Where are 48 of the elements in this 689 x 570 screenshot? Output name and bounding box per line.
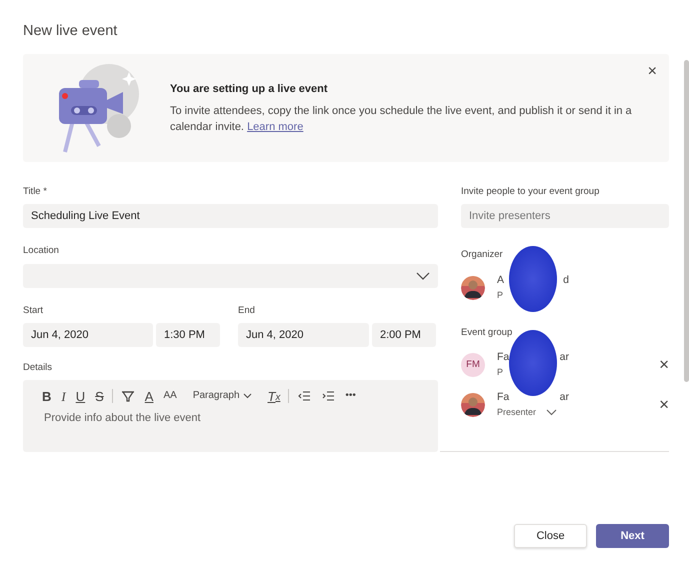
font-color-button[interactable]: A [140,390,158,402]
font-size-button[interactable]: AA [158,391,182,401]
chevron-down-icon [242,393,252,399]
chevron-down-icon [416,272,430,280]
remove-button[interactable]: × [659,396,669,414]
next-button[interactable]: Next [596,524,669,548]
field-label: Invite people to your event group [461,185,600,199]
details-placeholder: Provide info about the live event [43,411,202,426]
date-field[interactable]: Jun 4, 2020 [238,322,369,347]
field-label: Title * [23,185,47,199]
strikethrough-button[interactable]: S [90,390,109,402]
role-text: Presenter [497,406,536,419]
italic-button[interactable]: I [56,390,71,402]
paragraph-dropdown[interactable]: Paragraph [188,391,257,401]
field-label: Details [23,360,52,375]
indent-icon [321,389,336,403]
field-label: End [238,304,255,318]
more-button[interactable]: ••• [340,391,361,401]
remove-button[interactable]: × [659,356,669,374]
role-text: P [497,366,504,379]
close-button[interactable]: Close [514,524,587,548]
avatar-initials: FM [461,352,485,377]
outdent-icon [297,389,312,403]
bold-button[interactable]: B [37,390,56,402]
dialog-title: New live event [23,23,118,40]
field-label: Location [23,244,59,258]
name-text: Fa [497,390,510,406]
invite-field[interactable]: Invite presenters [461,204,669,228]
scrollbar[interactable] [684,60,689,382]
learn-more-link[interactable]: Learn more [247,121,304,134]
banner-text: To invite attendees, copy the link once you schedule the live event, and publish it or send it in a calendar invite. Learn more [170,104,633,136]
name-text: ar [560,350,569,366]
highlight-icon [120,389,135,403]
chevron-down-icon[interactable] [546,409,558,416]
section-label: Organizer [461,248,503,262]
field-label: Start [23,304,44,318]
title-field[interactable]: Scheduling Live Event [23,204,438,228]
banner-heading: You are setting up a live event [170,82,329,97]
time-field[interactable]: 2:00 PM [372,322,436,347]
underline-button[interactable]: U [70,390,90,402]
name-text: Fa [497,350,510,366]
section-label: Event group [461,326,512,340]
role-text: P [497,288,504,302]
name-text: d [563,272,569,288]
time-field[interactable]: 1:30 PM [156,322,220,347]
name-text: ar [560,390,569,406]
name-text: A [497,272,504,288]
date-field[interactable]: Jun 4, 2020 [23,322,153,347]
